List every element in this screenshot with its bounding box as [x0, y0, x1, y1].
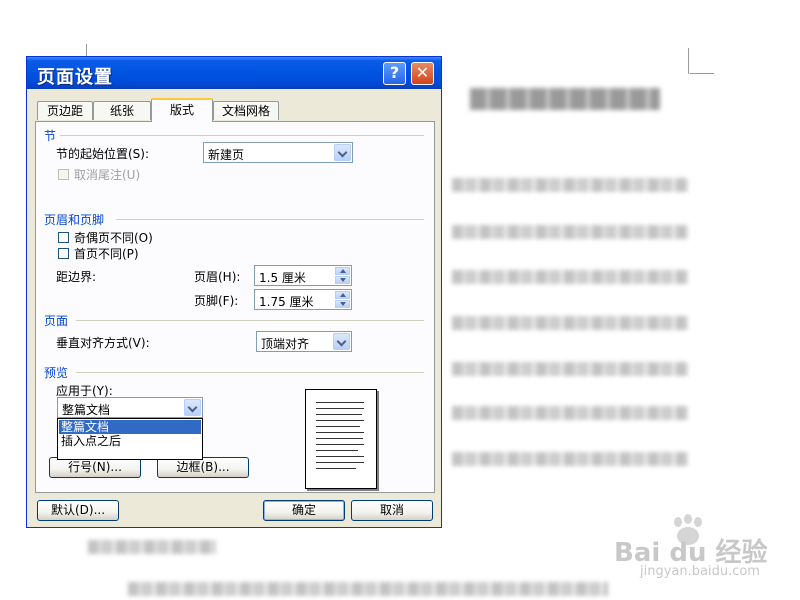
- footer-distance-label: 页脚(F):: [194, 294, 239, 308]
- watermark-url: jingyan.baidu.com: [640, 564, 760, 579]
- tab-paper[interactable]: 纸张: [93, 101, 151, 120]
- suppress-endnotes-label: 取消尾注(U): [74, 168, 141, 182]
- odd-even-checkbox[interactable]: [58, 232, 69, 243]
- page-group-title: 页面: [44, 312, 73, 329]
- spin-down-icon[interactable]: [335, 276, 350, 284]
- preview-group-title: 预览: [44, 364, 73, 381]
- section-start-value: 新建页: [208, 148, 245, 162]
- preview-text-line: [316, 402, 364, 403]
- spin-up-icon[interactable]: [335, 291, 350, 299]
- document-line-blurred: [452, 225, 688, 239]
- tab-label: 文档网格: [221, 104, 270, 118]
- tab-margins[interactable]: 页边距: [37, 101, 93, 120]
- borders-button[interactable]: 边框(B)...: [157, 457, 249, 478]
- tab-document-grid[interactable]: 文档网格: [213, 101, 279, 120]
- apply-to-option-after-insertion-point[interactable]: 插入点之后: [59, 434, 201, 448]
- preview-text-line: [316, 456, 364, 457]
- page-setup-dialog: 页面设置 ? ✕ 页边距 纸张 版式 文档网格 节 节的起始位置(S): 新建页…: [26, 56, 442, 528]
- document-line-blurred: [452, 270, 688, 284]
- section-group-title: 节: [44, 127, 61, 144]
- document-line-blurred: [128, 582, 608, 596]
- chevron-down-icon[interactable]: [184, 399, 201, 416]
- vertical-alignment-select[interactable]: 顶端对齐: [256, 331, 352, 352]
- group-divider: [76, 320, 424, 321]
- document-line-blurred: [88, 540, 216, 554]
- title-bar[interactable]: 页面设置 ? ✕: [27, 57, 441, 89]
- help-button[interactable]: ?: [383, 62, 406, 85]
- from-edge-label: 距边界:: [56, 270, 97, 284]
- header-footer-group-title: 页眉和页脚: [44, 211, 109, 228]
- apply-to-select[interactable]: 整篇文档: [57, 397, 203, 418]
- first-page-checkbox[interactable]: [58, 248, 69, 259]
- tab-label: 页边距: [46, 104, 83, 118]
- apply-to-option-whole-document[interactable]: 整篇文档: [59, 420, 201, 434]
- document-line-blurred: [452, 178, 688, 192]
- footer-distance-value: 1.75 厘米: [259, 295, 314, 309]
- tab-label: 版式: [169, 103, 194, 117]
- document-heading-blurred: [470, 88, 660, 110]
- tab-layout[interactable]: 版式: [151, 98, 213, 122]
- spin-down-icon[interactable]: [335, 300, 350, 308]
- spin-up-icon[interactable]: [335, 267, 350, 275]
- baidu-jingyan-watermark: Bai du 经验 jingyan.baidu.com: [612, 514, 782, 584]
- margin-corner-mark: [690, 73, 714, 74]
- apply-to-dropdown-list: 整篇文档 插入点之后: [57, 418, 203, 460]
- group-divider: [76, 372, 424, 373]
- line-numbers-button[interactable]: 行号(N)...: [49, 457, 141, 478]
- header-distance-spinner[interactable]: 1.5 厘米: [254, 265, 352, 286]
- document-line-blurred: [452, 316, 688, 330]
- preview-text-line: [316, 450, 358, 451]
- preview-text-line: [316, 438, 363, 439]
- group-divider: [116, 219, 424, 220]
- preview-text-line: [316, 432, 364, 433]
- preview-text-line: [316, 420, 364, 421]
- margin-corner-mark: [688, 48, 689, 74]
- help-icon: ?: [389, 63, 400, 82]
- group-divider: [58, 135, 424, 136]
- chevron-down-icon[interactable]: [334, 144, 351, 161]
- chevron-down-icon[interactable]: [333, 333, 350, 350]
- default-button[interactable]: 默认(D)...: [37, 500, 119, 521]
- preview-text-line: [316, 414, 362, 415]
- preview-text-line: [316, 408, 364, 409]
- section-start-select[interactable]: 新建页: [203, 142, 353, 163]
- page-preview-thumbnail: [305, 389, 377, 489]
- close-icon: ✕: [415, 63, 430, 82]
- close-button[interactable]: ✕: [411, 62, 434, 85]
- section-start-label: 节的起始位置(S):: [56, 147, 150, 161]
- document-line-blurred: [452, 452, 688, 466]
- odd-even-label: 奇偶页不同(O): [74, 231, 153, 245]
- header-distance-value: 1.5 厘米: [259, 271, 306, 285]
- suppress-endnotes-checkbox[interactable]: [58, 169, 69, 180]
- dialog-title: 页面设置: [37, 67, 113, 88]
- preview-text-line: [316, 462, 364, 463]
- vertical-alignment-label: 垂直对齐方式(V):: [56, 336, 150, 350]
- cancel-button[interactable]: 取消: [351, 500, 433, 521]
- vertical-alignment-value: 顶端对齐: [261, 337, 310, 351]
- spin-arrows-icon[interactable]: [335, 267, 350, 284]
- ok-button[interactable]: 确定: [263, 500, 345, 521]
- footer-distance-spinner[interactable]: 1.75 厘米: [254, 289, 352, 310]
- header-distance-label: 页眉(H):: [194, 270, 241, 284]
- document-line-blurred: [452, 362, 688, 376]
- apply-to-value: 整篇文档: [62, 403, 111, 417]
- tab-label: 纸张: [109, 104, 134, 118]
- preview-text-line: [316, 444, 364, 445]
- preview-text-line: [316, 426, 360, 427]
- spin-arrows-icon[interactable]: [335, 291, 350, 308]
- first-page-label: 首页不同(P): [74, 247, 139, 261]
- preview-text-line: [316, 468, 356, 469]
- document-line-blurred: [452, 406, 688, 420]
